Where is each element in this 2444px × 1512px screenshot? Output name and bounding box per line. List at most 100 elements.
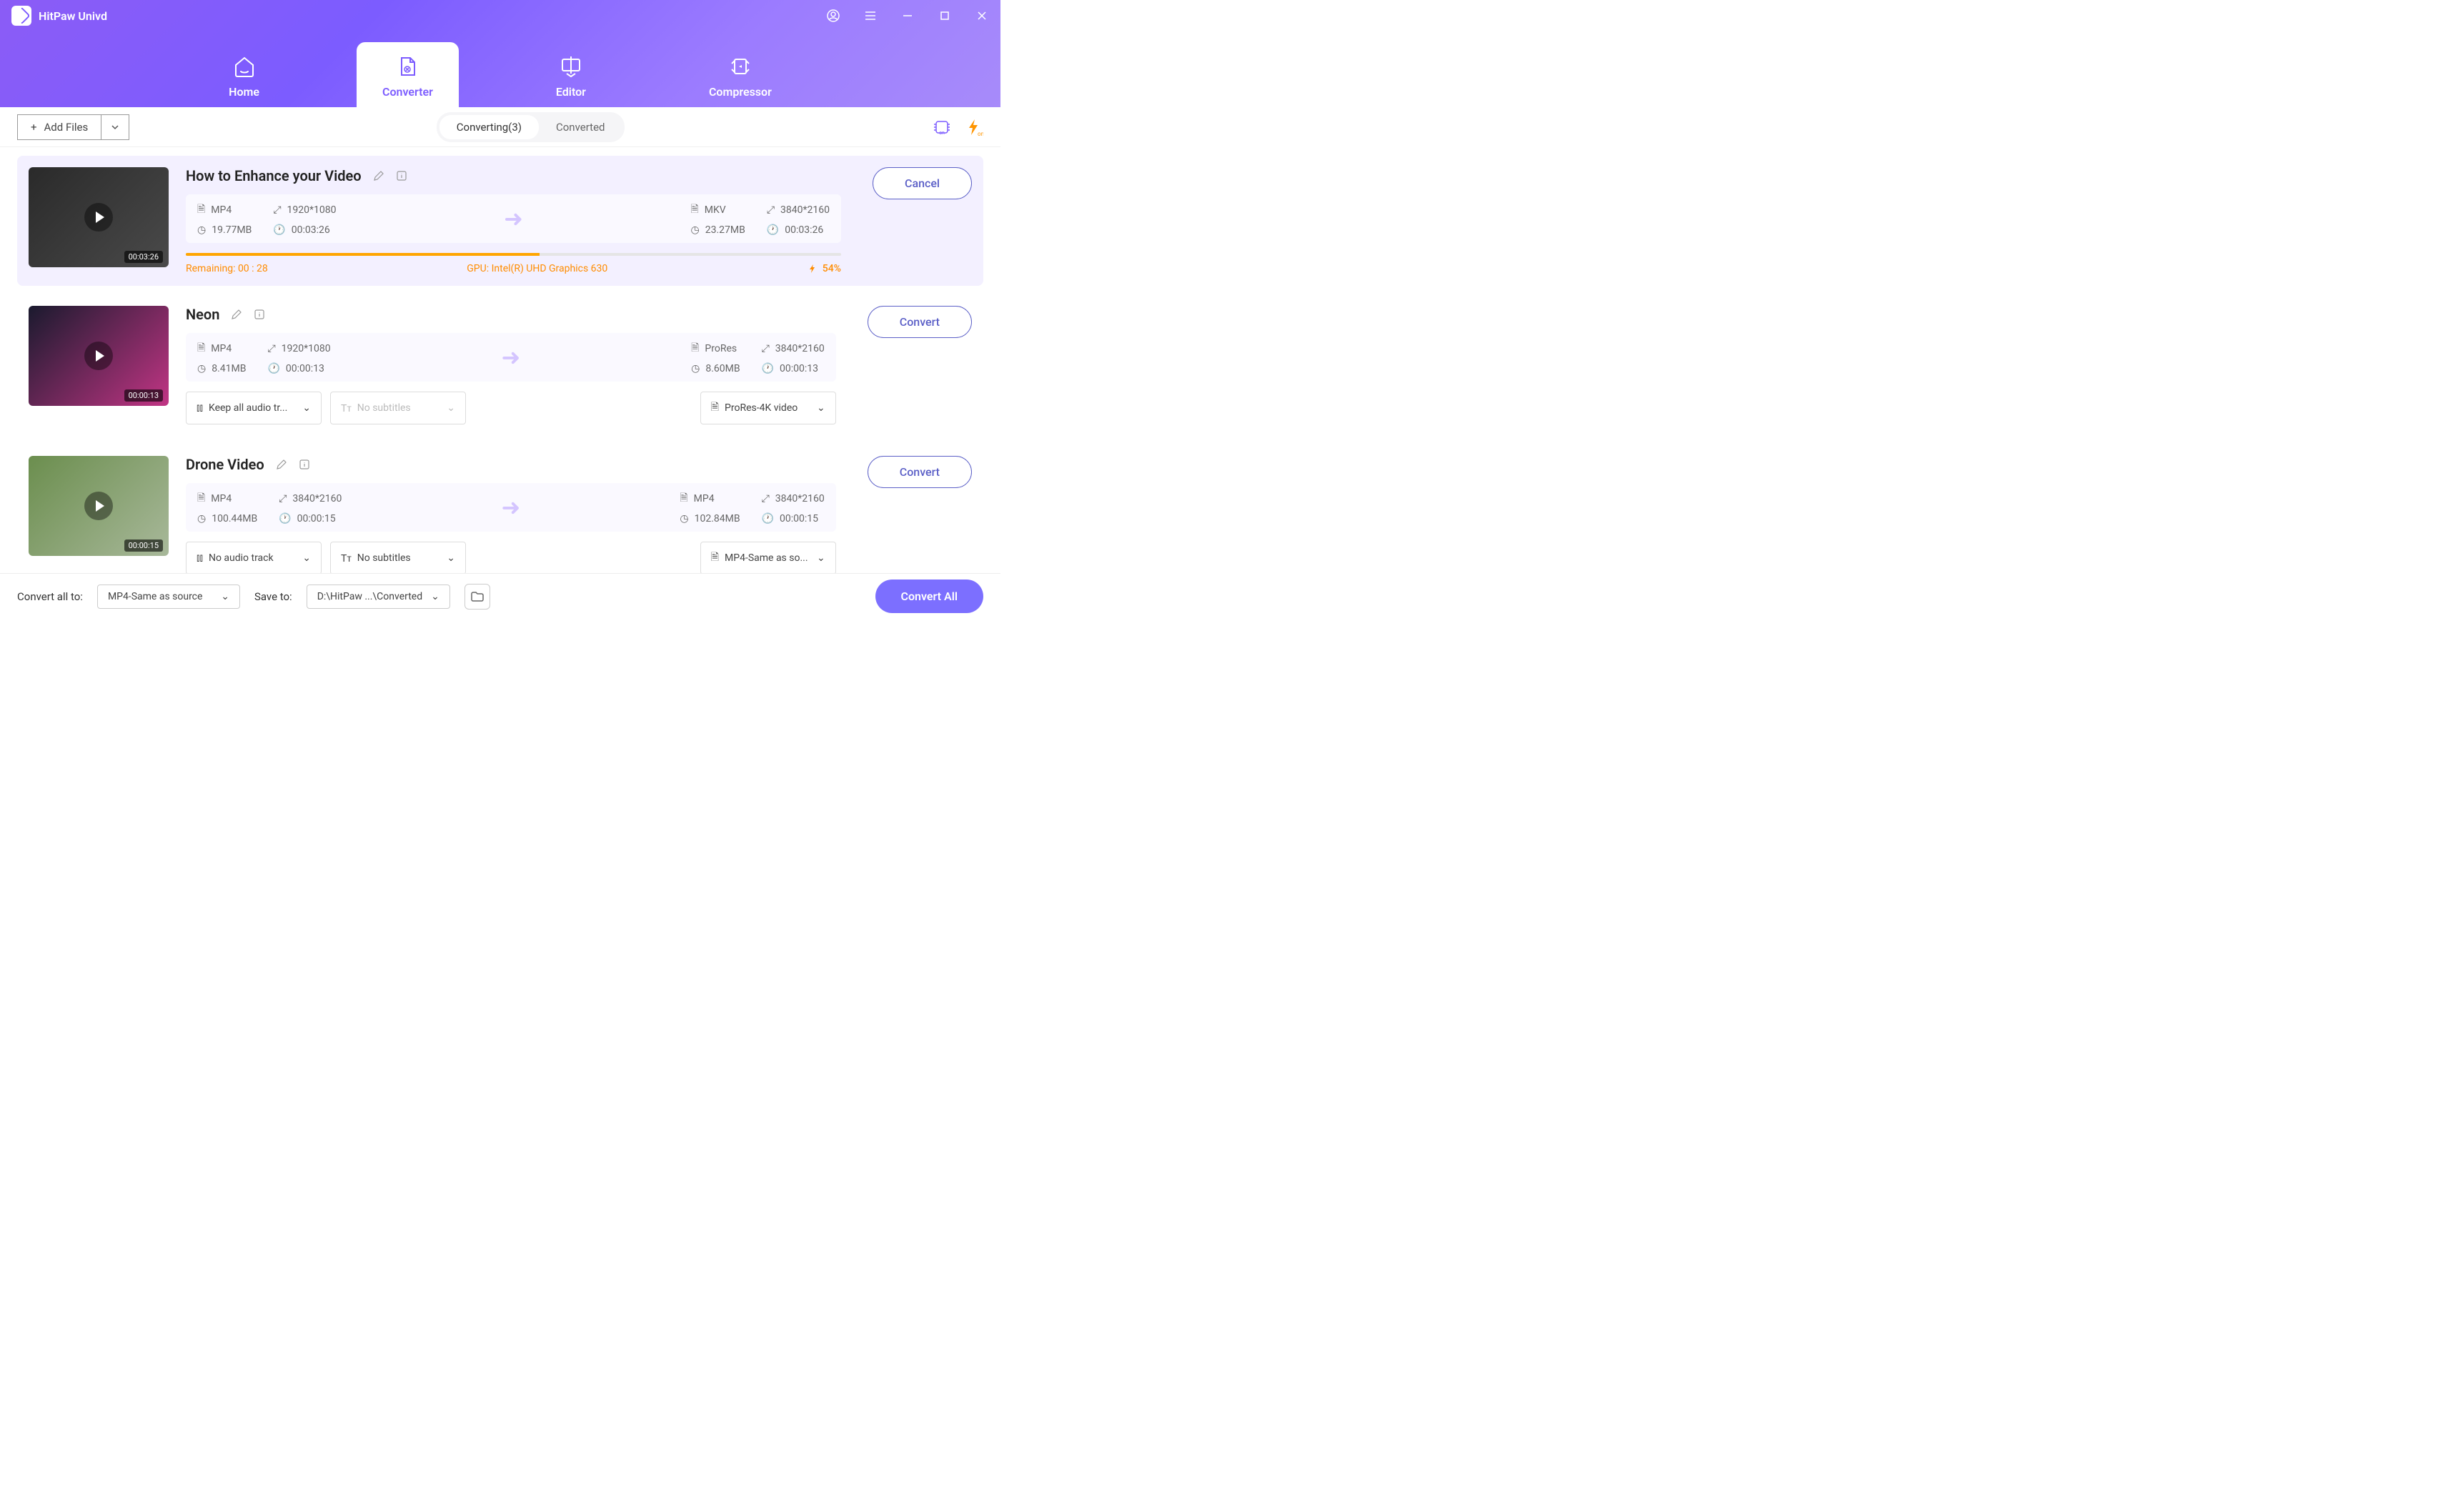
resolution-icon: ⤢ (279, 493, 287, 504)
audio-track-dropdown[interactable]: ⫾⫾No audio track ⌄ (186, 542, 322, 575)
sub-tab-converting[interactable]: Converting(3) (439, 115, 539, 139)
src-format: MP4 (211, 343, 232, 354)
info-icon[interactable] (254, 309, 265, 320)
nav-tab-home[interactable]: Home (203, 42, 285, 107)
file-icon: 🗎 (197, 490, 205, 507)
src-dur: 00:00:15 (297, 513, 336, 524)
audio-value: Keep all audio tr... (209, 402, 287, 414)
resolution-icon: ⤢ (762, 493, 770, 504)
sub-value: No subtitles (357, 402, 411, 414)
lightning-icon[interactable]: on (963, 117, 983, 137)
video-thumbnail[interactable]: 00:03:26 (29, 167, 169, 267)
add-files-group: + Add Files (17, 114, 129, 140)
dst-dur: 00:00:15 (780, 513, 818, 524)
file-item: 00:00:13 Neon 🗎MP4 ⤢1920*1080 ◷8.41MB 🕐0… (17, 294, 983, 436)
rename-icon[interactable] (373, 170, 384, 181)
sub-tab-converted[interactable]: Converted (539, 115, 622, 139)
subtitle-icon: Tᴛ (341, 552, 352, 564)
chevron-down-icon: ⌄ (817, 552, 825, 564)
chevron-down-icon: ⌄ (431, 591, 439, 602)
src-size: 19.77MB (212, 224, 252, 236)
audio-icon: ⫾⫾ (197, 402, 203, 414)
progress-bar (186, 253, 841, 256)
output-format-dropdown[interactable]: 🗎ProRes-4K video ⌄ (700, 392, 836, 424)
size-icon: ◷ (197, 363, 206, 374)
maximize-button[interactable] (938, 9, 952, 23)
dst-format: MP4 (694, 493, 715, 504)
audio-track-dropdown[interactable]: ⫾⫾Keep all audio tr... ⌄ (186, 392, 322, 424)
file-list: 00:03:26 How to Enhance your Video 🗎MP4 … (0, 147, 1000, 576)
convert-all-button[interactable]: Convert All (875, 580, 983, 613)
convert-button[interactable]: Convert (868, 306, 972, 338)
thumb-duration: 00:03:26 (124, 251, 163, 263)
bottom-bar: Convert all to: MP4-Same as source ⌄ Sav… (0, 573, 1000, 619)
convert-all-format-dropdown[interactable]: MP4-Same as source ⌄ (97, 585, 240, 609)
file-icon: 🗎 (711, 399, 719, 417)
file-title: How to Enhance your Video (186, 167, 362, 184)
app-name: HitPaw Univd (39, 9, 107, 23)
dst-format: ProRes (705, 343, 737, 354)
account-icon[interactable] (826, 9, 840, 23)
chevron-down-icon: ⌄ (817, 402, 825, 414)
chevron-down-icon: ⌄ (447, 552, 455, 564)
subtitle-dropdown[interactable]: TᴛNo subtitles ⌄ (330, 392, 466, 424)
menu-icon[interactable] (863, 9, 878, 23)
dst-dur: 00:03:26 (785, 224, 823, 236)
info-icon[interactable] (299, 459, 310, 470)
rename-icon[interactable] (231, 309, 242, 320)
dst-res: 3840*2160 (780, 204, 830, 216)
add-files-dropdown[interactable] (101, 114, 129, 140)
src-dur: 00:03:26 (292, 224, 330, 236)
progress-pct: 54% (823, 263, 841, 274)
cancel-button[interactable]: Cancel (873, 167, 972, 199)
play-icon (84, 203, 113, 232)
video-thumbnail[interactable]: 00:00:15 (29, 456, 169, 556)
nav-tab-label: Compressor (709, 85, 772, 99)
dst-format: MKV (705, 204, 726, 216)
resolution-icon: ⤢ (273, 204, 281, 216)
dst-res: 3840*2160 (775, 343, 825, 354)
file-icon: 🗎 (197, 202, 205, 219)
file-item: 00:00:15 Drone Video 🗎MP4 ⤢3840*2160 ◷10… (17, 444, 983, 576)
sub-tabs: Converting(3) Converted (437, 112, 625, 142)
rename-icon[interactable] (276, 459, 287, 470)
resolution-icon: ⤢ (267, 343, 275, 354)
nav-tab-compressor[interactable]: Compressor (683, 42, 798, 107)
clock-icon: 🕐 (767, 224, 779, 236)
save-to-dropdown[interactable]: D:\HitPaw ...\Converted ⌄ (307, 585, 450, 609)
src-size: 100.44MB (212, 513, 257, 524)
file-icon: 🗎 (680, 490, 687, 507)
output-format-dropdown[interactable]: 🗎MP4-Same as so... ⌄ (700, 542, 836, 575)
arrow-icon: ➜ (501, 344, 520, 371)
size-icon: ◷ (197, 513, 206, 524)
nav-tab-converter[interactable]: Converter (357, 42, 459, 107)
editor-icon (558, 54, 584, 79)
nav-tab-editor[interactable]: Editor (530, 42, 612, 107)
out-value: MP4-Same as so... (725, 552, 808, 564)
size-icon: ◷ (680, 513, 688, 524)
video-thumbnail[interactable]: 00:00:13 (29, 306, 169, 406)
add-files-button[interactable]: + Add Files (17, 114, 101, 140)
chevron-down-icon: ⌄ (447, 402, 455, 414)
progress-fill (186, 253, 540, 256)
progress-gpu: GPU: Intel(R) UHD Graphics 630 (467, 263, 607, 274)
sub-value: No subtitles (357, 552, 411, 564)
info-icon[interactable] (396, 170, 407, 181)
thumb-duration: 00:00:15 (124, 539, 163, 552)
thumb-duration: 00:00:13 (124, 389, 163, 402)
size-icon: ◷ (197, 224, 206, 236)
src-res: 1920*1080 (282, 343, 331, 354)
open-folder-button[interactable] (465, 584, 490, 610)
file-icon: 🗎 (197, 340, 205, 357)
clock-icon: 🕐 (279, 513, 291, 524)
minimize-button[interactable] (900, 9, 915, 23)
chevron-down-icon: ⌄ (221, 591, 229, 602)
compressor-icon (727, 54, 753, 79)
src-res: 1920*1080 (287, 204, 337, 216)
convert-all-value: MP4-Same as source (108, 591, 203, 602)
dst-dur: 00:00:13 (780, 363, 818, 374)
convert-button[interactable]: Convert (868, 456, 972, 488)
subtitle-dropdown[interactable]: Tᴛ No subtitles ⌄ (330, 542, 466, 575)
close-button[interactable] (975, 9, 989, 23)
hardware-accel-icon[interactable]: on (932, 117, 952, 137)
